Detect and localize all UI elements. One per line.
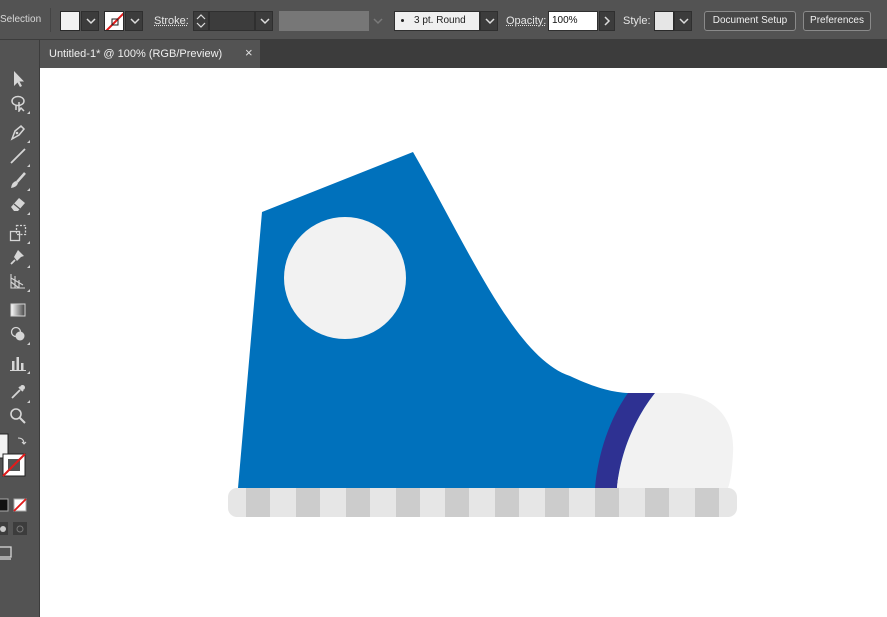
- puppet-warp-tool[interactable]: [6, 245, 30, 269]
- chevron-down-icon: [373, 18, 383, 25]
- draw-behind-icon[interactable]: [13, 522, 27, 535]
- pen-tool[interactable]: [6, 120, 30, 144]
- zoom-tool[interactable]: [6, 404, 30, 428]
- color-mode-buttons[interactable]: [0, 497, 40, 515]
- submenu-indicator: [27, 371, 30, 374]
- document-tab-title: Untitled-1* @ 100% (RGB/Preview): [49, 48, 223, 60]
- line-tool[interactable]: [6, 144, 30, 168]
- preferences-button[interactable]: Preferences: [803, 11, 871, 31]
- opacity-field[interactable]: 100%: [548, 11, 598, 31]
- submenu-indicator: [27, 241, 30, 244]
- eyedropper-tool[interactable]: [6, 380, 30, 404]
- opacity-label[interactable]: Opacity:: [506, 15, 546, 27]
- screen-mode-icon: [0, 546, 12, 558]
- pen-tool-icon: [10, 124, 26, 141]
- stepper-arrows-icon: [196, 14, 206, 28]
- eyedropper-tool-icon: [11, 385, 25, 399]
- lasso-tool[interactable]: [6, 91, 30, 115]
- shape-builder-tool[interactable]: [6, 322, 30, 346]
- chevron-down-icon: [130, 18, 140, 25]
- stroke-label[interactable]: Stroke:: [154, 15, 189, 27]
- control-bar: Selection Stroke: 3 pt. Round Opacity: 1…: [0, 0, 887, 40]
- selection-label: Selection: [0, 14, 42, 25]
- variable-width-profile[interactable]: [279, 11, 369, 31]
- perspective-grid-tool[interactable]: [6, 269, 30, 293]
- submenu-indicator: [27, 400, 30, 403]
- fill-dropdown-button[interactable]: [81, 11, 99, 31]
- close-icon[interactable]: ×: [245, 45, 253, 60]
- submenu-indicator: [27, 111, 30, 114]
- variable-width-dropdown[interactable]: [370, 11, 386, 31]
- submenu-indicator: [27, 342, 30, 345]
- zoom-tool-icon: [10, 408, 26, 424]
- graphic-style-dropdown[interactable]: [674, 11, 692, 31]
- selection-tool-icon: [14, 71, 24, 87]
- chevron-right-icon: [604, 16, 611, 26]
- shoe-upper[interactable]: [238, 152, 655, 488]
- shape-builder-tool-icon: [10, 326, 25, 341]
- eraser-tool-icon: [11, 198, 25, 211]
- graph-tool-icon: [10, 357, 26, 371]
- style-label: Style:: [623, 15, 651, 27]
- stroke-dropdown-button[interactable]: [125, 11, 143, 31]
- document-tab[interactable]: Untitled-1* @ 100% (RGB/Preview) ×: [40, 40, 260, 68]
- line-tool-icon: [10, 148, 26, 164]
- submenu-indicator: [27, 265, 30, 268]
- perspective-grid-tool-icon: [10, 274, 25, 289]
- no-stroke-icon: [105, 12, 123, 30]
- swap-fill-stroke-icon[interactable]: [17, 437, 27, 445]
- puppet-warp-tool-icon: [10, 250, 24, 265]
- stroke-weight-stepper[interactable]: [193, 11, 209, 31]
- brush-definition-field[interactable]: 3 pt. Round: [394, 11, 480, 31]
- artwork: [228, 152, 737, 517]
- tools-panel: [0, 40, 40, 617]
- chevron-down-icon: [260, 18, 270, 25]
- stroke-swatch[interactable]: [104, 11, 124, 31]
- stroke-weight-field[interactable]: [209, 11, 255, 31]
- paintbrush-tool-icon: [11, 172, 26, 188]
- ankle-patch[interactable]: [284, 217, 406, 339]
- graphic-style-swatch[interactable]: [654, 11, 674, 31]
- gradient-mode-icon[interactable]: [0, 498, 9, 512]
- divider: [50, 8, 51, 32]
- scale-tool-icon: [9, 224, 27, 242]
- artboard[interactable]: [40, 68, 887, 617]
- screen-mode-button[interactable]: [0, 544, 40, 564]
- submenu-indicator: [27, 212, 30, 215]
- brush-definition-label: 3 pt. Round: [414, 15, 466, 26]
- submenu-indicator: [27, 164, 30, 167]
- opacity-expand-button[interactable]: [599, 11, 615, 31]
- fill-swatch[interactable]: [60, 11, 80, 31]
- submenu-indicator: [27, 188, 30, 191]
- chevron-down-icon: [86, 18, 96, 25]
- submenu-indicator: [27, 140, 30, 143]
- gradient-tool[interactable]: [6, 298, 30, 322]
- sole[interactable]: [228, 488, 737, 517]
- eraser-tool[interactable]: [6, 192, 30, 216]
- scale-tool[interactable]: [6, 221, 30, 245]
- gradient-tool-icon: [10, 303, 26, 317]
- lasso-tool-icon: [11, 95, 25, 112]
- brush-dot-icon: [401, 18, 404, 22]
- stroke-weight-dropdown[interactable]: [255, 11, 273, 31]
- draw-mode-buttons[interactable]: [0, 520, 40, 538]
- paintbrush-tool[interactable]: [6, 168, 30, 192]
- document-tab-bar: Untitled-1* @ 100% (RGB/Preview) ×: [40, 40, 887, 68]
- fill-stroke-widget[interactable]: [0, 432, 40, 502]
- chevron-down-icon: [485, 18, 495, 25]
- document-setup-button[interactable]: Document Setup: [704, 11, 796, 31]
- brush-definition-dropdown[interactable]: [480, 11, 498, 31]
- selection-tool[interactable]: [6, 67, 30, 91]
- submenu-indicator: [27, 289, 30, 292]
- graph-tool[interactable]: [6, 351, 30, 375]
- chevron-down-icon: [679, 18, 689, 25]
